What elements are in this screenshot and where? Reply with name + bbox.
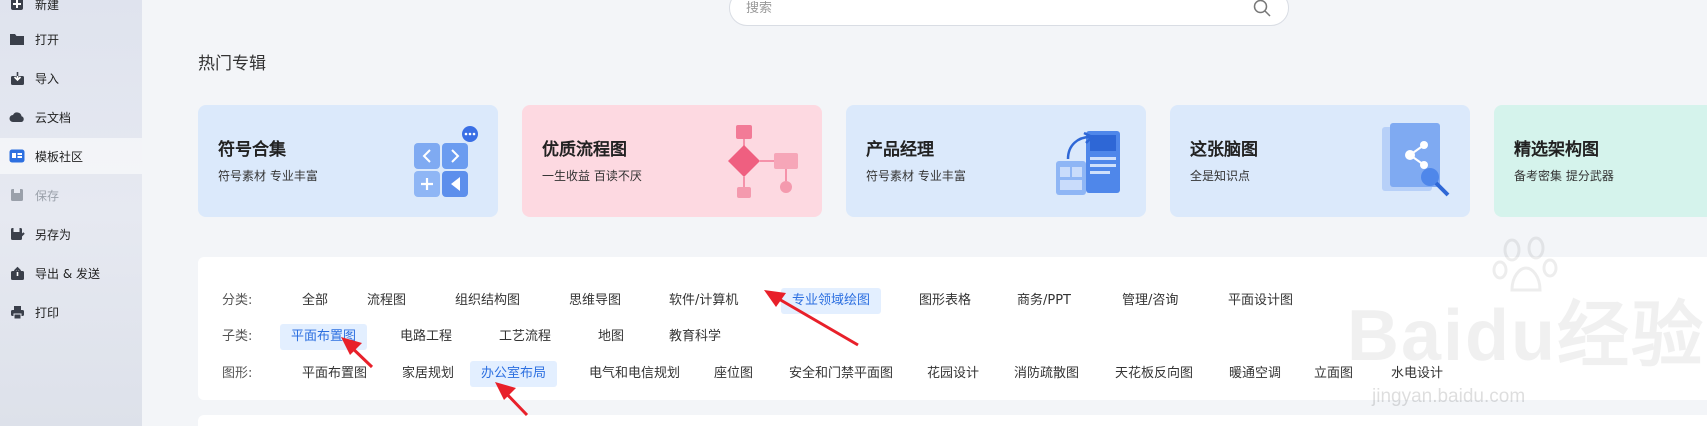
shape-office-layout-selected[interactable]: 办公室布局 (470, 361, 558, 387)
save-icon (9, 187, 25, 203)
export-icon (9, 265, 25, 281)
print-icon (9, 304, 25, 320)
card-title: 精选架构图 (1514, 140, 1599, 160)
flowchart-illustration (726, 119, 806, 203)
subcategory-process[interactable]: 工艺流程 (488, 324, 562, 350)
sidebar-item-label: 导入 (35, 71, 60, 86)
card-title: 这张脑图 (1190, 140, 1258, 160)
sidebar-item-label: 新建 (35, 0, 60, 12)
category-all[interactable]: 全部 (291, 288, 339, 314)
card-title: 产品经理 (866, 140, 934, 160)
category-management[interactable]: 管理/咨询 (1111, 288, 1189, 314)
category-graphic-design[interactable]: 平面设计图 (1217, 288, 1304, 314)
shape-home-planning[interactable]: 家居规划 (391, 361, 465, 387)
category-software[interactable]: 软件/计算机 (658, 288, 749, 314)
filter-panel: 分类: 全部 流程图 组织结构图 思维导图 软件/计算机 专业领域绘图 图形表格… (198, 257, 1707, 400)
sidebar-item-label: 导出 & 发送 (35, 266, 100, 281)
shape-electrical[interactable]: 电气和电信规划 (578, 361, 691, 387)
main-content: 热门专辑 符号合集 符号素材 专业丰富 优质流程图 一生收益 百读不厌 (142, 0, 1707, 426)
sidebar-item-label: 模板社区 (35, 149, 84, 164)
import-icon (9, 70, 25, 86)
category-graphic-table[interactable]: 图形表格 (908, 288, 982, 314)
shape-plumbing[interactable]: 水电设计 (1380, 361, 1454, 387)
sidebar-item-import[interactable]: 导入 (0, 60, 142, 96)
album-card-symbols[interactable]: 符号合集 符号素材 专业丰富 (198, 105, 498, 217)
shape-elevation[interactable]: 立面图 (1303, 361, 1364, 387)
search-box[interactable] (729, 0, 1289, 26)
subcategory-education[interactable]: 教育科学 (658, 324, 732, 350)
sidebar: 新建 + 打开 导入 云文档 模板社区 保存 另存为 (0, 0, 142, 426)
product-illustration (1050, 119, 1130, 203)
sidebar-item-save-as[interactable]: 另存为 (0, 216, 142, 252)
sidebar-item-templates[interactable]: 模板社区 (0, 138, 142, 174)
card-subtitle: 符号素材 专业丰富 (218, 169, 318, 183)
search-input[interactable] (746, 0, 1252, 16)
sidebar-item-new[interactable]: 新建 + (0, 0, 142, 22)
shape-garden[interactable]: 花园设计 (916, 361, 990, 387)
card-title: 符号合集 (218, 140, 286, 160)
category-flowchart[interactable]: 流程图 (356, 288, 417, 314)
cloud-icon (9, 109, 25, 125)
category-business-ppt[interactable]: 商务/PPT (1006, 288, 1082, 314)
card-subtitle: 一生收益 百读不厌 (542, 169, 642, 183)
mindmap-illustration (1374, 119, 1454, 203)
shape-floor-plan[interactable]: 平面布置图 (291, 361, 378, 387)
sidebar-item-save[interactable]: 保存 (0, 177, 142, 213)
template-icon (9, 148, 25, 164)
shape-ceiling[interactable]: 天花板反向图 (1104, 361, 1204, 387)
sidebar-item-label: 保存 (35, 188, 60, 203)
sidebar-item-cloud[interactable]: 云文档 (0, 99, 142, 135)
album-card-architecture[interactable]: 精选架构图 备考密集 提分武器 (1494, 105, 1707, 217)
shape-label: 图形: (222, 366, 253, 381)
results-area (198, 415, 1707, 426)
card-subtitle: 全是知识点 (1190, 169, 1251, 183)
shape-seating[interactable]: 座位图 (703, 361, 764, 387)
sidebar-item-label: 打印 (35, 305, 60, 320)
sidebar-item-label: 另存为 (35, 227, 72, 242)
folder-icon (9, 31, 25, 47)
symbols-illustration (402, 119, 482, 203)
category-professional-selected[interactable]: 专业领域绘图 (781, 288, 882, 314)
card-title: 优质流程图 (542, 140, 627, 160)
add-icon[interactable]: + (112, 0, 127, 1)
shape-hvac[interactable]: 暖通空调 (1218, 361, 1292, 387)
card-subtitle: 符号素材 专业丰富 (866, 169, 966, 183)
sidebar-item-open[interactable]: 打开 (0, 21, 142, 57)
category-mindmap[interactable]: 思维导图 (558, 288, 632, 314)
subcategory-floor-plan-selected[interactable]: 平面布置图 (280, 324, 368, 350)
category-label: 分类: (222, 293, 253, 308)
shape-security[interactable]: 安全和门禁平面图 (778, 361, 904, 387)
search-icon[interactable] (1252, 0, 1272, 18)
subcategory-map[interactable]: 地图 (587, 324, 635, 350)
album-card-mindmap[interactable]: 这张脑图 全是知识点 (1170, 105, 1470, 217)
subcategory-circuit[interactable]: 电路工程 (389, 324, 463, 350)
save-as-icon (9, 226, 25, 242)
album-card-product-manager[interactable]: 产品经理 符号素材 专业丰富 (846, 105, 1146, 217)
category-org-chart[interactable]: 组织结构图 (444, 288, 531, 314)
sidebar-item-print[interactable]: 打印 (0, 294, 142, 330)
album-card-flowchart[interactable]: 优质流程图 一生收益 百读不厌 (522, 105, 822, 217)
new-file-icon (9, 0, 25, 12)
sidebar-item-label: 打开 (35, 32, 60, 47)
subcategory-label: 子类: (222, 329, 253, 344)
sidebar-item-export[interactable]: 导出 & 发送 (0, 255, 142, 291)
shape-fire-evacuation[interactable]: 消防疏散图 (1003, 361, 1090, 387)
sidebar-item-label: 云文档 (35, 110, 72, 125)
card-subtitle: 备考密集 提分武器 (1514, 169, 1614, 183)
section-title: 热门专辑 (198, 54, 266, 74)
